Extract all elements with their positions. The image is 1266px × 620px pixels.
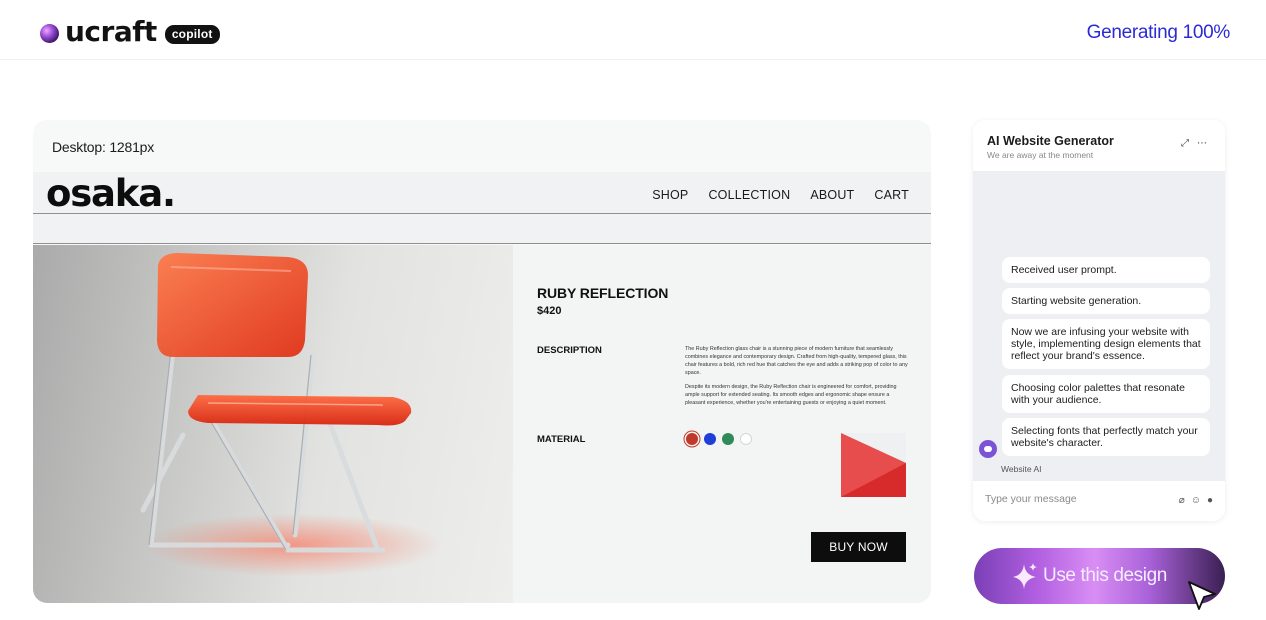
bot-avatar-icon <box>979 440 997 458</box>
generation-status: Generating 100% <box>1086 22 1231 43</box>
top-bar: ucraft copilot Generating 100% <box>0 0 1266 60</box>
chat-header: AI Website Generator We are away at the … <box>973 120 1225 172</box>
site-logo[interactable]: osaka. <box>46 173 176 215</box>
cta-label: Use this design <box>1043 565 1167 586</box>
product-name: RUBY REFLECTION <box>537 285 669 301</box>
description-label: DESCRIPTION <box>537 345 602 356</box>
brand-name: ucraft <box>65 15 157 48</box>
nav-about[interactable]: ABOUT <box>810 188 854 202</box>
chat-title: AI Website Generator <box>987 134 1114 148</box>
product-details: RUBY REFLECTION $420 DESCRIPTION The Rub… <box>513 245 931 603</box>
nav-cart[interactable]: CART <box>874 188 909 202</box>
chat-subtitle: We are away at the moment <box>987 150 1094 160</box>
red-chair-illustration <box>140 253 443 577</box>
material-label: MATERIAL <box>537 434 586 445</box>
viewport-label: Desktop: 1281px <box>52 139 155 155</box>
copilot-badge: copilot <box>164 24 220 44</box>
color-swatches <box>686 433 752 445</box>
site-subheader <box>33 214 931 244</box>
chat-message: Starting website generation. <box>1002 288 1210 314</box>
website-preview: Desktop: 1281px osaka. SHOP COLLECTION A… <box>33 120 931 603</box>
material-texture <box>841 433 906 497</box>
swatch-green[interactable] <box>722 433 734 445</box>
product-price: $420 <box>537 305 562 317</box>
more-options-icon[interactable]: ⋯ <box>1197 138 1207 149</box>
chat-input-tools: ⌀ ☺ ● <box>1179 495 1213 506</box>
chat-input-bar: ⌀ ☺ ● <box>973 480 1225 521</box>
nav-collection[interactable]: COLLECTION <box>708 188 790 202</box>
chat-panel: AI Website Generator We are away at the … <box>973 120 1225 521</box>
chat-message: Received user prompt. <box>1002 257 1210 283</box>
chat-message: Choosing color palettes that resonate wi… <box>1002 375 1210 413</box>
chat-message: Now we are infusing your website with st… <box>1002 319 1210 369</box>
sparkle-icon <box>1013 563 1037 589</box>
bot-name: Website AI <box>1001 464 1042 474</box>
material-image <box>841 433 906 497</box>
nav-shop[interactable]: SHOP <box>652 188 688 202</box>
brand-orb-icon <box>40 24 59 43</box>
mouse-cursor-icon <box>1188 581 1216 610</box>
chat-message: Selecting fonts that perfectly match you… <box>1002 418 1210 456</box>
swatch-red[interactable] <box>686 433 698 445</box>
attach-icon[interactable]: ⌀ <box>1179 495 1185 506</box>
product-photo <box>33 245 513 603</box>
microphone-icon[interactable]: ● <box>1207 495 1213 506</box>
description-paragraph: The Ruby Reflection glass chair is a stu… <box>685 346 908 376</box>
product-description: The Ruby Reflection glass chair is a stu… <box>685 345 909 407</box>
site-header: osaka. SHOP COLLECTION ABOUT CART <box>33 172 931 215</box>
swatch-white[interactable] <box>740 433 752 445</box>
description-paragraph: Despite its modern design, the Ruby Refl… <box>685 384 897 406</box>
emoji-icon[interactable]: ☺ <box>1191 495 1201 506</box>
message-input[interactable] <box>985 493 1165 505</box>
chat-messages: Received user prompt. Starting website g… <box>973 172 1225 480</box>
swatch-blue[interactable] <box>704 433 716 445</box>
chat-header-actions: ⤢ ⋯ <box>1181 138 1207 149</box>
brand-logo[interactable]: ucraft copilot <box>40 16 220 48</box>
expand-icon[interactable]: ⤢ <box>1181 138 1189 149</box>
buy-now-button[interactable]: BUY NOW <box>811 532 906 562</box>
site-nav: SHOP COLLECTION ABOUT CART <box>652 188 909 202</box>
